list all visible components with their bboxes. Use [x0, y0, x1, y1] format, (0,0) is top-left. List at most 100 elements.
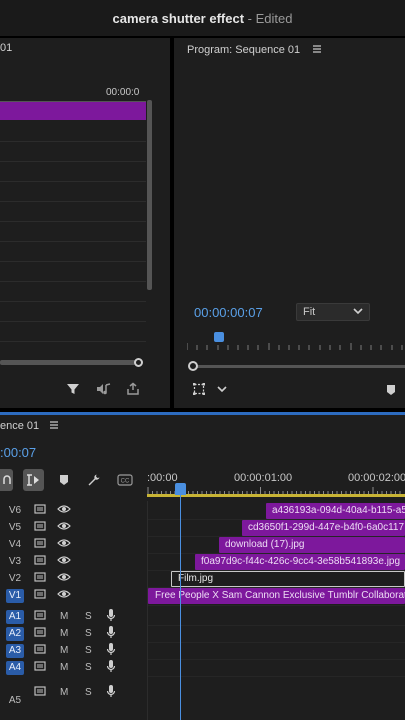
program-zoom-scrollbar[interactable]	[190, 365, 405, 368]
track-name[interactable]: A3	[6, 643, 24, 658]
track-header-v2[interactable]: V2	[0, 570, 147, 587]
program-zoom-handle[interactable]	[188, 361, 198, 371]
microphone-icon[interactable]	[106, 659, 116, 676]
program-time-ruler[interactable]	[187, 340, 405, 350]
sync-lock-icon[interactable]	[34, 589, 46, 602]
sync-lock-icon[interactable]	[34, 610, 46, 623]
source-row	[0, 222, 146, 242]
source-row	[0, 262, 146, 282]
sync-lock-icon[interactable]	[34, 661, 46, 674]
track-header-v3[interactable]: V3	[0, 553, 147, 570]
source-horizontal-scrollbar[interactable]	[0, 360, 136, 365]
add-marker-icon[interactable]	[385, 384, 397, 396]
track-name[interactable]: A1	[6, 609, 24, 624]
eye-icon[interactable]	[57, 589, 71, 602]
timeline-playhead[interactable]	[175, 483, 186, 495]
microphone-icon[interactable]	[106, 684, 116, 701]
track-header-v1[interactable]: V1	[0, 587, 147, 604]
svg-text:CC: CC	[120, 479, 129, 485]
timeline-playhead-line[interactable]	[180, 495, 181, 720]
panel-menu-icon[interactable]	[312, 44, 322, 57]
audio-note-icon[interactable]	[94, 382, 112, 396]
snap-button[interactable]	[23, 469, 44, 491]
track-header-a1[interactable]: A1 M S	[0, 608, 147, 625]
track-name[interactable]: V1	[6, 588, 24, 603]
track-header-a3[interactable]: A3 M S	[0, 642, 147, 659]
track-name[interactable]: A2	[6, 626, 24, 641]
mute-button[interactable]: M	[60, 662, 68, 673]
sync-lock-icon[interactable]	[34, 521, 46, 534]
sync-lock-icon[interactable]	[34, 686, 46, 699]
sync-lock-icon[interactable]	[34, 627, 46, 640]
source-row	[0, 322, 146, 342]
track-name: V3	[8, 556, 22, 567]
eye-icon[interactable]	[57, 521, 71, 534]
track-name[interactable]: A4	[6, 660, 24, 675]
mute-button[interactable]: M	[60, 628, 68, 639]
solo-button[interactable]: S	[85, 662, 92, 673]
clip-v5[interactable]: cd3650f1-299d-447e-b4f0-6a0c117	[242, 520, 405, 536]
filter-icon[interactable]	[66, 382, 80, 396]
timeline-toolbar: CC	[0, 468, 145, 492]
track-header-v5[interactable]: V5	[0, 519, 147, 536]
chevron-down-icon	[353, 306, 363, 318]
ruler-label: 00:00:02:00	[348, 472, 405, 484]
track-header-a5[interactable]: A5 M S	[0, 684, 147, 706]
sync-lock-icon[interactable]	[34, 572, 46, 585]
program-timecode[interactable]: 00:00:00:07	[194, 305, 263, 320]
ruler-label: :00:00	[147, 472, 178, 484]
zoom-fit-dropdown[interactable]: Fit	[296, 303, 370, 321]
edited-status: Edited	[255, 10, 293, 26]
eye-icon[interactable]	[57, 504, 71, 517]
source-panel-tab[interactable]: 01	[0, 42, 12, 54]
track-header-v6[interactable]: V6	[0, 502, 147, 519]
solo-button[interactable]: S	[85, 611, 92, 622]
sync-lock-icon[interactable]	[34, 644, 46, 657]
sync-lock-icon[interactable]	[34, 504, 46, 517]
source-row	[0, 162, 146, 182]
source-panel: 01 00:00:0	[0, 38, 170, 408]
source-clip-bar[interactable]	[0, 102, 146, 120]
nest-sequence-button[interactable]	[0, 469, 14, 491]
clip-v2[interactable]: Film.jpg	[171, 571, 405, 587]
clip-v6[interactable]: a436193a-094d-40a4-b115-a5	[266, 503, 405, 519]
clip-v4[interactable]: download (17).jpg	[219, 537, 405, 553]
source-scroll-handle[interactable]	[134, 358, 143, 367]
program-monitor-tab[interactable]: Program: Sequence 01	[187, 44, 322, 57]
mute-button[interactable]: M	[60, 611, 68, 622]
track-name[interactable]: A5	[6, 693, 24, 707]
fit-label: Fit	[303, 306, 316, 318]
source-vertical-scrollbar[interactable]	[147, 100, 152, 290]
wrench-icon[interactable]	[84, 469, 104, 491]
export-frame-icon[interactable]	[126, 382, 140, 396]
panel-menu-icon[interactable]	[49, 420, 59, 433]
sync-lock-icon[interactable]	[34, 555, 46, 568]
captions-icon[interactable]: CC	[115, 469, 135, 491]
program-monitor-title: Program: Sequence 01	[187, 44, 301, 56]
eye-icon[interactable]	[57, 538, 71, 551]
timeline-timecode[interactable]: :00:07	[0, 445, 36, 460]
solo-button[interactable]: S	[85, 687, 92, 698]
source-toolbar	[66, 382, 140, 396]
chevron-down-icon[interactable]	[216, 384, 228, 394]
mute-button[interactable]: M	[60, 687, 68, 698]
microphone-icon[interactable]	[106, 608, 116, 625]
solo-button[interactable]: S	[85, 628, 92, 639]
track-header-a4[interactable]: A4 M S	[0, 659, 147, 676]
track-name: V6	[8, 505, 22, 516]
clip-v3[interactable]: f0a97d9c-f44c-426c-9cc4-3e58b541893e.jpg	[195, 554, 405, 570]
marker-icon[interactable]	[54, 469, 74, 491]
eye-icon[interactable]	[57, 555, 71, 568]
mute-button[interactable]: M	[60, 645, 68, 656]
microphone-icon[interactable]	[106, 642, 116, 659]
sync-lock-icon[interactable]	[34, 538, 46, 551]
clip-v1[interactable]: Free People X Sam Cannon Exclusive Tumbl…	[148, 588, 405, 604]
timeline-tab[interactable]: ence 01	[0, 420, 59, 433]
solo-button[interactable]: S	[85, 645, 92, 656]
safe-margins-icon[interactable]	[192, 382, 206, 396]
track-header-v4[interactable]: V4	[0, 536, 147, 553]
track-header-a2[interactable]: A2 M S	[0, 625, 147, 642]
source-rows	[0, 122, 146, 392]
microphone-icon[interactable]	[106, 625, 116, 642]
eye-icon[interactable]	[57, 572, 71, 585]
